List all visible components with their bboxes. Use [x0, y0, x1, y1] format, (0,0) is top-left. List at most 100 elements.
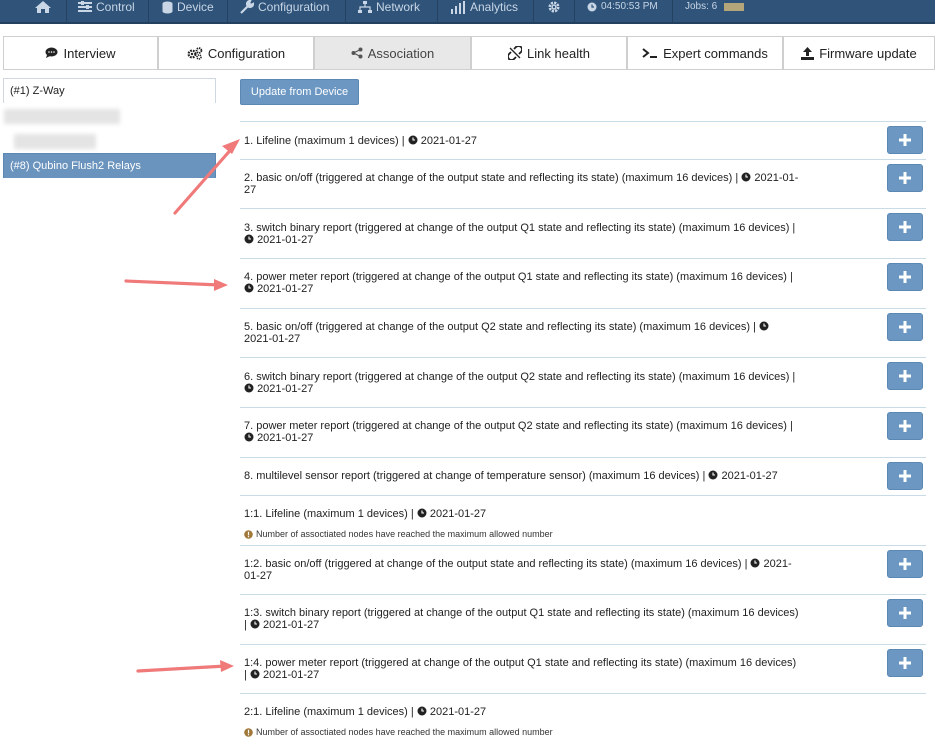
device-item-label: (#8) Qubino Flush2 Relays — [10, 160, 141, 172]
tab-configuration[interactable]: Configuration — [158, 36, 314, 70]
group-description: 4. power meter report (triggered at chan… — [244, 271, 793, 295]
clock-icon — [741, 172, 751, 182]
nav-device-label: Device — [177, 0, 214, 14]
bar-chart-icon — [451, 0, 465, 14]
tab-expert-commands-label: Expert commands — [663, 45, 768, 61]
nav-jobs[interactable]: Jobs: 6 — [685, 0, 745, 22]
plus-icon — [899, 558, 911, 570]
tab-association-label: Association — [367, 45, 435, 61]
clock-icon — [417, 508, 427, 518]
group-description: 2. basic on/off (triggered at change of … — [244, 172, 799, 196]
tab-interview[interactable]: Interview — [3, 36, 158, 70]
add-association-button[interactable] — [887, 550, 923, 578]
association-group: 2. basic on/off (triggered at change of … — [240, 159, 926, 208]
device-item-selected[interactable]: (#8) Qubino Flush2 Relays — [3, 153, 216, 178]
group-description: 5. basic on/off (triggered at change of … — [240, 309, 800, 345]
clock-icon — [244, 432, 254, 442]
group-description: 1:2. basic on/off (triggered at change o… — [244, 558, 792, 582]
nav-control-label: Control — [96, 0, 135, 14]
group-description: 7. power meter report (triggered at chan… — [244, 420, 793, 444]
clock-icon — [244, 283, 254, 293]
nav-control[interactable]: Control — [78, 0, 135, 22]
exclamation-circle-icon — [244, 727, 253, 737]
upload-icon — [801, 46, 815, 60]
nav-analytics[interactable]: Analytics — [451, 0, 518, 22]
tab-association[interactable]: Association — [314, 36, 471, 70]
clock-icon — [587, 2, 597, 12]
plus-icon — [899, 607, 911, 619]
group-description: 1. Lifeline (maximum 1 devices) | 2021-0… — [244, 135, 477, 147]
tab-firmware-update[interactable]: Firmware update — [783, 36, 935, 70]
clock-icon — [759, 321, 769, 331]
device-item[interactable]: (#1) Z-Way — [3, 78, 216, 103]
add-association-button[interactable] — [887, 164, 923, 192]
clock-icon — [244, 383, 254, 393]
group-description: 8. multilevel sensor report (triggered a… — [244, 470, 778, 482]
plus-icon — [899, 221, 911, 233]
clock-icon — [250, 669, 260, 679]
update-from-device-button[interactable]: Update from Device — [240, 79, 359, 105]
sliders-icon — [78, 1, 92, 12]
add-association-button[interactable] — [887, 126, 923, 154]
nav-network-label: Network — [376, 0, 421, 14]
association-group: 1:4. power meter report (triggered at ch… — [240, 644, 926, 694]
exclamation-circle-icon — [244, 529, 253, 539]
device-list: (#1) Z-Way (#8) Qubino Flush2 Relays — [3, 78, 216, 178]
wrench-icon — [240, 0, 254, 14]
nav-configuration-label: Configuration — [258, 0, 330, 14]
terminal-icon — [642, 47, 658, 58]
database-icon — [162, 1, 173, 13]
top-navbar: Control Device Configuration Network Ana… — [0, 0, 935, 24]
unlink-icon — [508, 46, 523, 60]
association-group: 6. switch binary report (triggered at ch… — [240, 357, 926, 407]
group-warning: Number of assoctiated nodes have reached… — [240, 529, 926, 539]
add-association-button[interactable] — [887, 213, 923, 241]
association-group: 1:2. basic on/off (triggered at change o… — [240, 545, 926, 594]
share-icon — [351, 47, 363, 59]
group-warning: Number of assoctiated nodes have reached… — [240, 727, 926, 737]
plus-icon — [899, 370, 911, 382]
nav-device[interactable]: Device — [162, 0, 214, 22]
add-association-button[interactable] — [887, 313, 923, 341]
add-association-button[interactable] — [887, 462, 923, 490]
tab-link-health-label: Link health — [527, 45, 590, 61]
plus-icon — [899, 420, 911, 432]
clock-icon — [244, 234, 254, 244]
comment-icon — [45, 47, 58, 58]
home-icon — [35, 1, 51, 13]
device-item-obscured[interactable] — [3, 128, 216, 153]
nav-home[interactable] — [34, 0, 52, 22]
annotation-arrowhead — [222, 139, 240, 154]
group-description: 1:1. Lifeline (maximum 1 devices) | 2021… — [244, 508, 487, 520]
add-association-button[interactable] — [887, 263, 923, 291]
annotation-arrowhead — [214, 279, 228, 291]
jobs-progress-bar — [724, 3, 745, 11]
nav-configuration[interactable]: Configuration — [240, 0, 329, 22]
plus-icon — [899, 172, 911, 184]
nav-time: 04:50:53 PM — [601, 1, 658, 12]
group-description: 1:3. switch binary report (triggered at … — [244, 607, 799, 631]
gear-icon — [548, 1, 560, 13]
nav-network[interactable]: Network — [358, 0, 420, 22]
tab-expert-commands[interactable]: Expert commands — [627, 36, 783, 70]
tab-configuration-label: Configuration — [207, 45, 286, 61]
group-description: 2:1. Lifeline (maximum 1 devices) | 2021… — [244, 706, 487, 718]
device-item-obscured[interactable] — [3, 103, 216, 128]
add-association-button[interactable] — [887, 362, 923, 390]
tab-link-health[interactable]: Link health — [471, 36, 627, 70]
add-association-button[interactable] — [887, 599, 923, 627]
add-association-button[interactable] — [887, 412, 923, 440]
annotation-arrow — [136, 664, 228, 673]
network-icon — [358, 0, 372, 13]
association-group: 1:1. Lifeline (maximum 1 devices) | 2021… — [240, 495, 926, 545]
annotation-arrowhead — [220, 660, 234, 672]
update-from-device-label: Update from Device — [250, 86, 349, 98]
device-item-label: (#1) Z-Way — [10, 85, 65, 97]
add-association-button[interactable] — [887, 649, 923, 677]
association-group: 2:1. Lifeline (maximum 1 devices) | 2021… — [240, 694, 926, 742]
clock-icon — [408, 135, 418, 145]
association-group: 3. switch binary report (triggered at ch… — [240, 208, 926, 258]
nav-settings[interactable] — [547, 0, 561, 22]
group-description: 1:4. power meter report (triggered at ch… — [244, 657, 797, 681]
association-group: 8. multilevel sensor report (triggered a… — [240, 457, 926, 495]
